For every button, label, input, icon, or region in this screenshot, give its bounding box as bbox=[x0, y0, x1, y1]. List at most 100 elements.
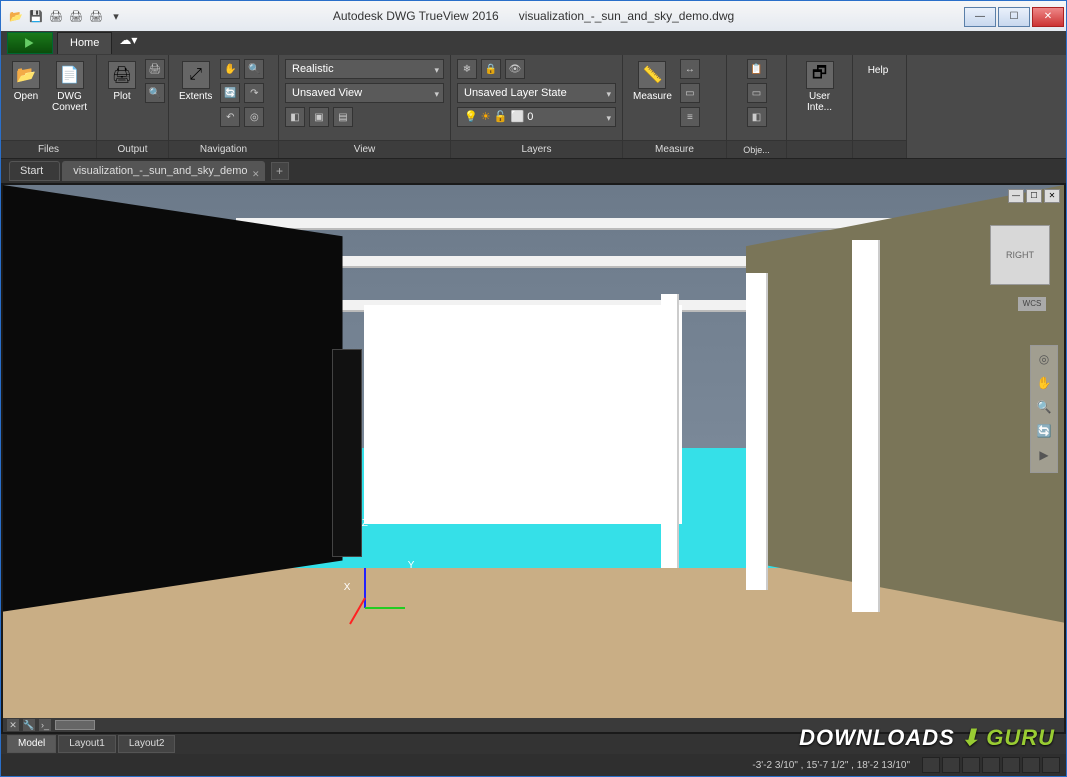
layer-state-dropdown[interactable]: Unsaved Layer State bbox=[457, 83, 616, 103]
panel-title-ui bbox=[787, 140, 852, 158]
status-iso-icon[interactable] bbox=[1002, 757, 1020, 773]
nav-zoom-icon[interactable]: 🔍 bbox=[1035, 400, 1053, 418]
ribbon: 📂 Open 📄 DWG Convert Files 🖨 Plot 🖨 🔍 bbox=[1, 55, 1066, 159]
extents-button[interactable]: ⤢ Extents bbox=[175, 59, 216, 104]
panel-title-obj: Obje... bbox=[727, 140, 786, 158]
doc-tab-file[interactable]: visualization_-_sun_and_sky_demo ✕ bbox=[62, 161, 264, 181]
viewport[interactable]: Z Y X — ☐ ✕ RIGHT WCS ◎ ✋ 🔍 🔄 ▶ ✕ bbox=[1, 183, 1066, 734]
extents-icon: ⤢ bbox=[182, 61, 210, 89]
download-arrow-icon: ⬇ bbox=[961, 725, 980, 751]
dist-icon[interactable]: ↔ bbox=[680, 59, 700, 79]
back-icon[interactable]: ↶ bbox=[220, 107, 240, 127]
visual-style-dropdown[interactable]: Realistic bbox=[285, 59, 444, 79]
select-icon[interactable]: ▭ bbox=[747, 83, 767, 103]
panel-title-output: Output bbox=[97, 140, 168, 158]
pan-icon[interactable]: ✋ bbox=[220, 59, 240, 79]
orbit-icon[interactable]: 🔄 bbox=[220, 83, 240, 103]
nav-wheel-icon[interactable]: ◎ bbox=[1035, 352, 1053, 370]
status-scale-icon[interactable] bbox=[962, 757, 980, 773]
file-title: visualization_-_sun_and_sky_demo.dwg bbox=[519, 9, 734, 23]
view-cube-icon[interactable]: ◧ bbox=[285, 107, 305, 127]
status-custom-icon[interactable] bbox=[1042, 757, 1060, 773]
layout-tab-layout1[interactable]: Layout1 bbox=[58, 735, 116, 753]
help-button[interactable]: Help bbox=[859, 59, 897, 78]
navigation-bar: ◎ ✋ 🔍 🔄 ▶ bbox=[1030, 345, 1058, 473]
close-tab-icon[interactable]: ✕ bbox=[252, 165, 260, 183]
status-bar: -3'-2 3/10" , 15'-7 1/2" , 18'-2 13/10" bbox=[1, 754, 1066, 776]
qat-preview-icon[interactable]: 🖨 bbox=[67, 7, 85, 25]
status-grid-icon[interactable] bbox=[942, 757, 960, 773]
quick-access-toolbar: 📂 💾 🖨 🖨 🖨 ▾ bbox=[1, 7, 125, 25]
doc-tab-start[interactable]: Start bbox=[9, 161, 60, 181]
wcs-label[interactable]: WCS bbox=[1018, 297, 1046, 311]
layer-lock-icon[interactable]: 🔒 bbox=[481, 59, 501, 79]
status-model-icon[interactable] bbox=[922, 757, 940, 773]
layout-tab-layout2[interactable]: Layout2 bbox=[118, 735, 176, 753]
tab-home[interactable]: Home bbox=[57, 32, 112, 54]
forward-icon[interactable]: ↷ bbox=[244, 83, 264, 103]
app-title: Autodesk DWG TrueView 2016 bbox=[333, 9, 499, 23]
qat-publish-icon[interactable]: 🖨 bbox=[87, 7, 105, 25]
steering-wheel-icon[interactable]: ◎ bbox=[244, 107, 264, 127]
layer-off-icon[interactable]: 👁 bbox=[505, 59, 525, 79]
app-menu-button[interactable] bbox=[7, 32, 53, 54]
close-button[interactable]: ✕ bbox=[1032, 7, 1064, 27]
qat-open-icon[interactable]: 📂 bbox=[7, 7, 25, 25]
panel-title-view: View bbox=[279, 140, 450, 158]
layout-tab-model[interactable]: Model bbox=[7, 735, 56, 753]
qat-save-icon[interactable]: 💾 bbox=[27, 7, 45, 25]
batch-plot-icon[interactable]: 🖨 bbox=[145, 59, 165, 79]
new-tab-button[interactable]: + bbox=[271, 162, 289, 180]
cmd-close-icon[interactable]: ✕ bbox=[7, 719, 19, 731]
nav-orbit-icon[interactable]: 🔄 bbox=[1035, 424, 1053, 442]
vp-maximize-icon[interactable]: ☐ bbox=[1026, 189, 1042, 203]
layer-icon[interactable]: ◧ bbox=[747, 107, 767, 127]
scene-3d: Z Y X bbox=[3, 185, 1064, 732]
open-button[interactable]: 📂 Open bbox=[7, 59, 45, 104]
view-box-icon[interactable]: ▣ bbox=[309, 107, 329, 127]
status-clean-icon[interactable] bbox=[1022, 757, 1040, 773]
menu-row: Home ☁▾ bbox=[1, 31, 1066, 55]
status-ortho-icon[interactable] bbox=[982, 757, 1000, 773]
qat-dropdown-icon[interactable]: ▾ bbox=[107, 7, 125, 25]
preview-icon[interactable]: 🔍 bbox=[145, 83, 165, 103]
zoom-window-icon[interactable]: 🔍 bbox=[244, 59, 264, 79]
measure-button[interactable]: 📏 Measure bbox=[629, 59, 676, 104]
panel-title-navigation: Navigation bbox=[169, 140, 278, 158]
dwg-convert-button[interactable]: 📄 DWG Convert bbox=[49, 59, 90, 115]
user-interface-button[interactable]: 🗗 User Inte... bbox=[793, 59, 846, 115]
minimize-button[interactable]: — bbox=[964, 7, 996, 27]
plot-button[interactable]: 🖨 Plot bbox=[103, 59, 141, 104]
panel-title-layers: Layers bbox=[451, 140, 622, 158]
nav-showmotion-icon[interactable]: ▶ bbox=[1035, 448, 1053, 466]
document-tabs: Start visualization_-_sun_and_sky_demo ✕… bbox=[1, 159, 1066, 183]
vp-minimize-icon[interactable]: — bbox=[1008, 189, 1024, 203]
windows-icon: 🗗 bbox=[806, 61, 834, 89]
vp-close-icon[interactable]: ✕ bbox=[1044, 189, 1060, 203]
panel-title-files: Files bbox=[1, 140, 96, 158]
scroll-thumb[interactable] bbox=[55, 720, 95, 730]
area-icon[interactable]: ▭ bbox=[680, 83, 700, 103]
convert-icon: 📄 bbox=[56, 61, 84, 89]
layer-freeze-icon[interactable]: ❄ bbox=[457, 59, 477, 79]
cmd-tool-icon[interactable]: 🔧 bbox=[23, 719, 35, 731]
ruler-icon: 📏 bbox=[638, 61, 666, 89]
cmd-prompt-icon[interactable]: ›_ bbox=[39, 719, 51, 731]
titlebar: 📂 💾 🖨 🖨 🖨 ▾ Autodesk DWG TrueView 2016 v… bbox=[1, 1, 1066, 31]
panel-title-measure: Measure bbox=[623, 140, 726, 158]
qat-plot-icon[interactable]: 🖨 bbox=[47, 7, 65, 25]
watermark: DOWNLOADS ⬇ GURU bbox=[799, 725, 1055, 751]
layer-current-dropdown[interactable]: 💡 ☀ 🔓 ⬜ 0 bbox=[457, 107, 616, 127]
folder-open-icon: 📂 bbox=[12, 61, 40, 89]
paste-icon[interactable]: 📋 bbox=[747, 59, 767, 79]
a360-icon[interactable]: ☁▾ bbox=[116, 33, 140, 53]
viewcube[interactable]: RIGHT bbox=[990, 225, 1050, 285]
panel-title-help bbox=[853, 140, 906, 158]
nav-pan-icon[interactable]: ✋ bbox=[1035, 376, 1053, 394]
view-cam-icon[interactable]: ▤ bbox=[333, 107, 353, 127]
maximize-button[interactable]: ☐ bbox=[998, 7, 1030, 27]
saved-view-dropdown[interactable]: Unsaved View bbox=[285, 83, 444, 103]
printer-icon: 🖨 bbox=[108, 61, 136, 89]
list-icon[interactable]: ≡ bbox=[680, 107, 700, 127]
status-coords: -3'-2 3/10" , 15'-7 1/2" , 18'-2 13/10" bbox=[752, 760, 910, 771]
